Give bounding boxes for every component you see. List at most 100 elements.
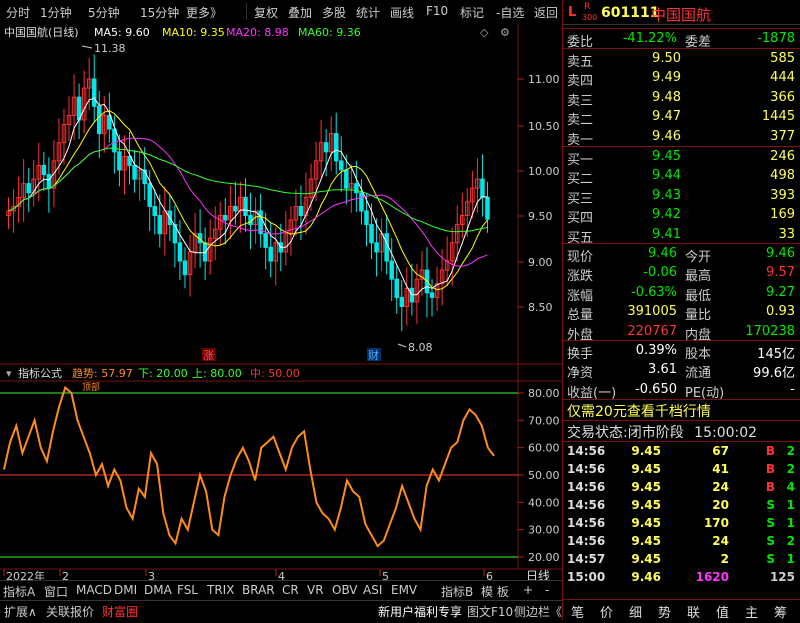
bid-row[interactable]: 买二 9.44 498: [563, 166, 800, 187]
add-favorite-button[interactable]: -自选: [496, 4, 524, 21]
ask-row[interactable]: 卖三 9.48 366: [563, 88, 800, 109]
tick-row[interactable]: 14:57 9.45 2 S 1: [563, 550, 800, 568]
tab-5min[interactable]: 5分钟: [88, 4, 120, 21]
stat-row[interactable]: 涨跌 -0.06 最高 9.57: [563, 263, 800, 284]
quote-bottom-tab[interactable]: 笔: [571, 602, 584, 621]
tab-template[interactable]: 模 板: [481, 583, 509, 600]
f10-button[interactable]: F10: [426, 4, 448, 18]
tick-row[interactable]: 14:56 9.45 24 S 2: [563, 532, 800, 550]
ask-price: 9.50: [652, 51, 681, 66]
indicator-name[interactable]: 指标公式: [18, 366, 62, 380]
add-button[interactable]: +: [523, 583, 533, 597]
diamond-icon[interactable]: ◇: [480, 26, 489, 39]
bid-volume: 393: [770, 187, 795, 203]
tab-emv[interactable]: EMV: [391, 583, 417, 597]
tick-volume: 20: [712, 498, 729, 512]
expand-button[interactable]: 扩展∧: [4, 603, 37, 620]
stat-row[interactable]: 总量 391005 量比 0.93: [563, 302, 800, 323]
candle-body: [394, 278, 399, 298]
remove-button[interactable]: -: [545, 583, 549, 597]
quote-panel: L R 300 601111 中国国航 委比 -41.22% 委差 -1878 …: [562, 0, 800, 621]
adjust-button[interactable]: 复权: [254, 4, 278, 21]
settings-icon[interactable]: ⚙: [500, 26, 510, 39]
tab-trix[interactable]: TRIX: [207, 583, 234, 597]
draw-line-button[interactable]: 画线: [390, 4, 414, 21]
tick-row[interactable]: 15:00 9.46 1620 125: [563, 568, 800, 586]
ask-row[interactable]: 卖五 9.50 585: [563, 49, 800, 70]
quote-bottom-tab[interactable]: 值: [716, 602, 729, 621]
stat2-row[interactable]: 净资 3.61 流通 99.6亿: [563, 360, 800, 381]
stat-row[interactable]: 现价 9.46 今开 9.46: [563, 244, 800, 265]
tab-1min[interactable]: 1分钟: [40, 4, 72, 21]
bid-row[interactable]: 买三 9.43 393: [563, 186, 800, 207]
tab-indicator-b[interactable]: 指标B: [441, 583, 473, 600]
weibi-row: 委比 -41.22% 委差 -1878: [567, 31, 795, 50]
mark-button[interactable]: 标记: [460, 4, 484, 21]
collapse-icon[interactable]: ▾: [6, 367, 12, 380]
bid-row[interactable]: 买四 9.42 169: [563, 205, 800, 226]
ask-price: 9.46: [652, 128, 681, 144]
ask-row[interactable]: 卖四 9.49 444: [563, 68, 800, 89]
tick-volume: 170: [703, 516, 729, 530]
event-mark-finance[interactable]: 财: [368, 348, 379, 362]
quote-bottom-tab[interactable]: 细: [629, 602, 642, 621]
tab-intraday[interactable]: 分时: [6, 4, 30, 21]
tick-row[interactable]: 14:56 9.45 20 S 1: [563, 496, 800, 514]
tick-row[interactable]: 14:56 9.45 41 B 2: [563, 460, 800, 478]
quote-bottom-tab[interactable]: 主: [745, 602, 758, 621]
ma-legend-1: MA10: 9.35: [162, 26, 225, 39]
trade-status-time: 15:00:02: [694, 425, 758, 441]
ask-row[interactable]: 卖一 9.46 377: [563, 127, 800, 148]
stat-row[interactable]: 外盘 220767 内盘 170238: [563, 322, 800, 343]
tab-obv[interactable]: OBV: [332, 583, 358, 597]
related-quote-button[interactable]: 关联报价: [46, 603, 94, 620]
trade-status-row: 交易状态:闭市阶段 15:00:02: [567, 422, 757, 442]
sidebar-toggle-button[interactable]: 侧边栏《: [514, 603, 562, 620]
tab-brar[interactable]: BRAR: [242, 583, 275, 597]
more-periods-button[interactable]: 更多》: [186, 4, 222, 21]
stat2-row[interactable]: 换手 0.39% 股本 145亿: [563, 341, 800, 362]
tick-time: 14:56: [567, 480, 606, 494]
tab-indicator-a[interactable]: 指标A: [3, 583, 35, 600]
bid-row[interactable]: 买五 9.41 33: [563, 225, 800, 246]
chart-area[interactable]: 中国国航(日线) MA5: 9.60 MA10: 9.35 MA20: 8.98 MA…: [0, 24, 562, 620]
stat2-row[interactable]: 收益(一) -0.650 PE(动) -: [563, 380, 800, 401]
promo-link[interactable]: 仅需20元查看千档行情: [567, 401, 711, 421]
tick-row[interactable]: 14:56 9.45 170 S 1: [563, 514, 800, 532]
price-tick: 8.50: [528, 301, 553, 314]
candle-body: [117, 151, 122, 171]
tick-row[interactable]: 14:56 9.45 24 B 4: [563, 478, 800, 496]
quote-bottom-tab[interactable]: 势: [658, 602, 671, 621]
tick-side: B: [765, 480, 775, 494]
tab-asi[interactable]: ASI: [363, 583, 382, 597]
new-user-promo-button[interactable]: 新用户福利专享: [378, 603, 462, 620]
wealth-circle-button[interactable]: 财富圈: [102, 603, 138, 620]
ask-row[interactable]: 卖二 9.47 1445: [563, 107, 800, 128]
tab-fsl[interactable]: FSL: [177, 583, 198, 597]
stat-row[interactable]: 涨幅 -0.63% 最低 9.27: [563, 283, 800, 304]
tick-volume: 2: [720, 552, 729, 566]
tab-15min[interactable]: 15分钟: [140, 4, 179, 21]
quote-bottom-tab[interactable]: 价: [600, 602, 613, 621]
quote-bottom-tab[interactable]: 联: [687, 602, 700, 621]
tab-macd[interactable]: MACD: [76, 583, 112, 597]
tab-window[interactable]: 窗口: [44, 583, 68, 600]
bid-row[interactable]: 买一 9.45 246: [563, 147, 800, 168]
back-button[interactable]: 返回: [534, 4, 558, 21]
stats-button[interactable]: 统计: [356, 4, 380, 21]
ask-volume: 444: [770, 70, 795, 86]
tab-dma[interactable]: DMA: [144, 583, 172, 597]
bottom-bar: 扩展∧ 关联报价 财富圈 新用户福利专享 图文F10 侧边栏《: [0, 600, 562, 621]
tab-cr[interactable]: CR: [282, 583, 299, 597]
candle-body: [132, 164, 137, 180]
multi-stock-button[interactable]: 多股: [322, 4, 346, 21]
tick-row[interactable]: 14:56 9.45 67 B 2: [563, 442, 800, 460]
toolbar-divider: [246, 3, 247, 20]
tab-vr[interactable]: VR: [307, 583, 324, 597]
graphic-f10-button[interactable]: 图文F10: [467, 603, 513, 620]
quote-bottom-tab[interactable]: 筹: [774, 602, 787, 621]
overlay-button[interactable]: 叠加: [288, 4, 312, 21]
tab-dmi[interactable]: DMI: [114, 583, 137, 597]
event-mark-rise[interactable]: 涨: [203, 349, 214, 362]
kline-chart[interactable]: 中国国航(日线) MA5: 9.60 MA10: 9.35 MA20: 8.98 MA…: [0, 24, 562, 620]
